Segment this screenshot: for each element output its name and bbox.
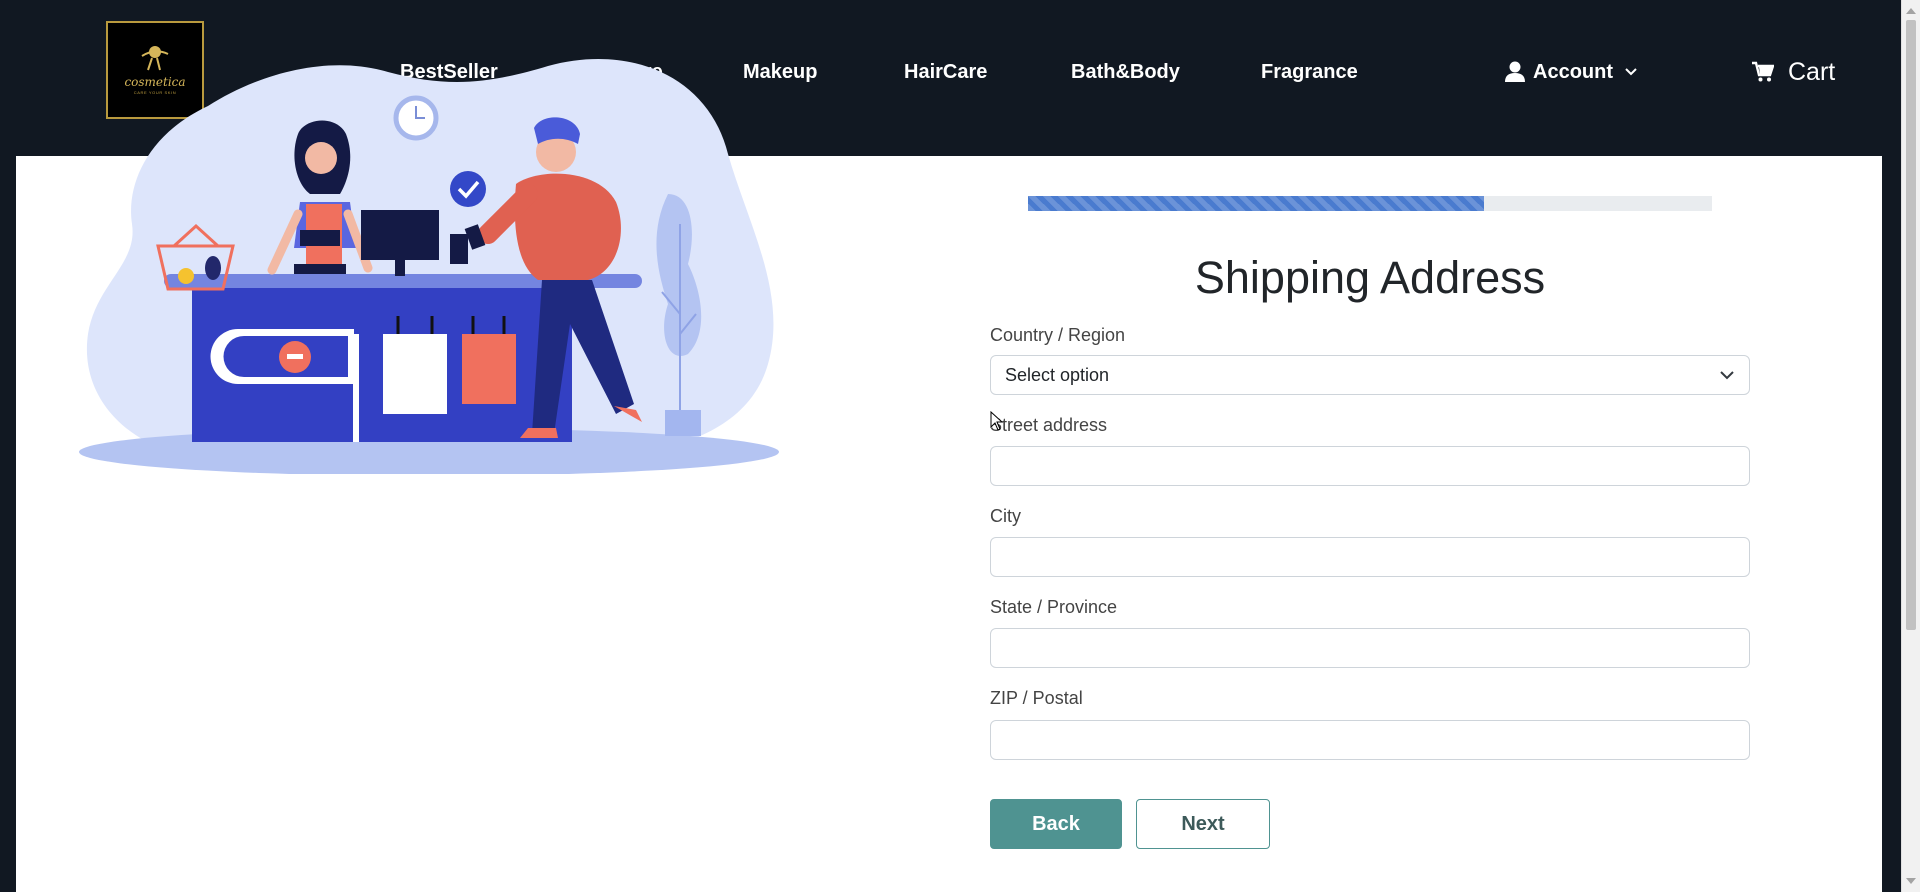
cart-link[interactable]: Cart <box>1752 56 1835 88</box>
checkout-illustration <box>79 59 779 474</box>
account-menu[interactable]: Account <box>1505 58 1645 86</box>
checkout-progress <box>1028 196 1712 211</box>
account-label: Account <box>1533 61 1613 83</box>
nav-fragrance[interactable]: Fragrance <box>1261 58 1358 86</box>
user-icon <box>1505 61 1525 82</box>
country-label: Country / Region <box>990 325 1126 345</box>
country-select[interactable]: Select option <box>990 355 1750 395</box>
city-input[interactable] <box>990 537 1750 577</box>
page-title: Shipping Address <box>1194 252 1546 303</box>
nav-bath-body[interactable]: Bath&Body <box>1071 58 1180 86</box>
street-address-input[interactable] <box>990 446 1750 486</box>
vertical-scrollbar[interactable] <box>1901 0 1920 892</box>
city-label: City <box>990 506 1021 526</box>
scroll-thumb[interactable] <box>1906 20 1916 630</box>
state-label: State / Province <box>990 597 1118 617</box>
next-button[interactable]: Next <box>1136 799 1270 849</box>
state-input[interactable] <box>990 628 1750 668</box>
zip-input[interactable] <box>990 720 1750 760</box>
mouse-cursor-icon <box>990 411 1004 431</box>
scroll-up-arrow-icon[interactable] <box>1906 8 1916 14</box>
checkout-progress-fill <box>1028 196 1485 211</box>
nav-haircare[interactable]: HairCare <box>904 58 987 86</box>
chevron-down-icon <box>1625 68 1637 76</box>
chevron-down-icon <box>1720 371 1734 380</box>
scroll-down-arrow-icon[interactable] <box>1906 878 1916 884</box>
cart-label: Cart <box>1788 58 1836 86</box>
back-button[interactable]: Back <box>990 799 1122 849</box>
street-label: Street address <box>990 415 1108 435</box>
cart-icon <box>1752 61 1774 82</box>
zip-label: ZIP / Postal <box>990 688 1083 708</box>
country-selected-value: Select option <box>1005 364 1110 385</box>
